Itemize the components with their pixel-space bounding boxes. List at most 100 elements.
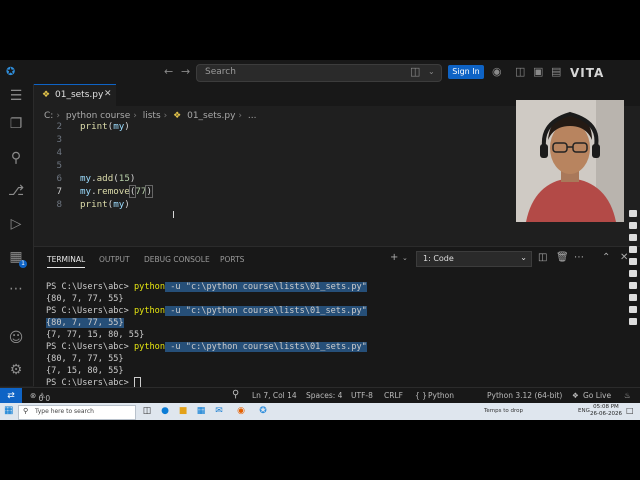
python-file-icon: ❖ <box>42 90 51 100</box>
flag: -u <box>170 342 181 352</box>
presenter-video <box>516 100 624 222</box>
tab-label: 01_sets.py <box>55 90 104 100</box>
script-path: "c:\python course\lists\01_sets.py" <box>185 342 367 352</box>
end-of-line[interactable]: CRLF <box>384 391 403 400</box>
code-line: my.add(15) <box>80 173 136 184</box>
line-number: 8 <box>56 199 62 210</box>
search-placeholder: Search <box>205 67 236 77</box>
menu-icon[interactable]: ☰ <box>8 88 24 104</box>
chevron-down-icon[interactable]: ⌄ <box>428 67 435 76</box>
taskbar-search-placeholder: Type here to search <box>35 408 94 415</box>
extensions-badge: 1 <box>19 260 27 268</box>
sign-in-button[interactable]: Sign In <box>448 65 484 79</box>
language-indicator[interactable]: ENG <box>578 408 590 414</box>
line-number: 5 <box>56 160 62 171</box>
edge-icon[interactable]: ● <box>160 406 170 416</box>
toolbar-icon[interactable] <box>629 222 637 229</box>
code-line: my.remove(77) <box>80 185 153 198</box>
vita-watermark: VITA <box>570 66 605 80</box>
file-explorer-icon[interactable]: ■ <box>178 406 188 416</box>
vscode-window: ✪ ← → Search ◫ ⌄ Sign In ◉ ◫ ▣ ▤ VITA ☰ … <box>0 60 640 420</box>
vscode-logo-icon: ✪ <box>6 65 16 78</box>
run-debug-icon[interactable]: ▷ <box>8 216 24 232</box>
remote-icon[interactable]: ⇄ <box>0 388 22 404</box>
panel-toggle-icon[interactable]: ▣ <box>533 65 543 78</box>
maximize-panel-icon[interactable]: ⌃ <box>602 252 610 263</box>
terminal-output[interactable]: PS C:\Users\abc> python -u "c:\python co… <box>46 281 367 389</box>
weather-text[interactable]: Temps to drop <box>484 408 523 414</box>
search-box[interactable]: Search <box>196 64 442 82</box>
more-icon[interactable]: ⋯ <box>574 252 584 263</box>
terminal-line: {80, 7, 77, 55} <box>46 354 124 364</box>
taskbar-search[interactable]: ⚲ Type here to search <box>18 405 136 420</box>
line-number: 7 <box>56 186 62 197</box>
zoom-icon[interactable]: ⚲ <box>232 389 239 400</box>
toolbar-icon[interactable] <box>629 306 637 313</box>
clock-date: 26-06-2026 <box>590 411 622 417</box>
bell-icon[interactable]: ♨ <box>624 391 631 400</box>
command: python <box>133 306 166 316</box>
script-path: "c:\python course\lists\01_sets.py" <box>185 306 367 316</box>
settings-gear-icon[interactable]: ⚙ <box>8 362 24 378</box>
forward-arrow-icon[interactable]: → <box>181 65 190 78</box>
line-number: 4 <box>56 147 62 158</box>
search-icon[interactable]: ⚲ <box>8 150 24 166</box>
accounts-icon[interactable]: ◉ <box>492 65 502 78</box>
toolbar-icon[interactable] <box>629 210 637 217</box>
line-number: 3 <box>56 134 62 145</box>
tab-terminal[interactable]: TERMINAL <box>47 255 86 268</box>
language-mode[interactable]: Python <box>428 391 454 400</box>
toolbar-icon[interactable] <box>629 258 637 265</box>
new-terminal-icon[interactable]: + <box>390 252 398 263</box>
explorer-icon[interactable]: ❐ <box>8 116 24 132</box>
sidebar-toggle-icon[interactable]: ▤ <box>551 65 561 78</box>
vscode-taskbar-icon[interactable]: ✪ <box>258 406 268 416</box>
encoding[interactable]: UTF-8 <box>351 391 373 400</box>
line-number: 2 <box>56 121 62 132</box>
command: python <box>133 342 166 352</box>
python-interpreter[interactable]: Python 3.12 (64-bit) <box>487 391 562 400</box>
split-terminal-icon[interactable]: ◫ <box>538 252 547 263</box>
close-icon[interactable]: ✕ <box>104 89 112 99</box>
broadcast-icon: ❖ <box>572 391 579 400</box>
store-icon[interactable]: ▦ <box>196 406 206 416</box>
windows-start-icon[interactable]: ▦ <box>4 406 14 416</box>
prompt: PS C:\Users\abc> <box>46 342 129 352</box>
terminal-line: {7, 15, 80, 55} <box>46 366 124 376</box>
clock[interactable]: 05:08 PM 26-06-2026 <box>590 404 622 418</box>
tab-ports[interactable]: PORTS <box>220 255 244 264</box>
source-control-icon[interactable]: ⎇ <box>8 183 24 199</box>
tab-debug-console[interactable]: DEBUG CONSOLE <box>144 255 210 264</box>
toolbar-icon[interactable] <box>629 294 637 301</box>
code-line: print(my) <box>80 121 130 132</box>
indentation[interactable]: Spaces: 4 <box>306 391 342 400</box>
tab-output[interactable]: OUTPUT <box>99 255 130 264</box>
toolbar-icon[interactable] <box>629 246 637 253</box>
terminal-select-value: 1: Code <box>423 254 454 263</box>
cursor-position[interactable]: Ln 7, Col 14 <box>252 391 297 400</box>
webcam-overlay <box>516 100 624 222</box>
copilot-icon[interactable]: ◫ <box>410 65 420 78</box>
toolbar-icon[interactable] <box>629 234 637 241</box>
terminal-line: {80, 7, 77, 55} <box>46 294 124 304</box>
chevron-down-icon[interactable]: ⌄ <box>402 254 408 262</box>
notification-icon[interactable]: □ <box>626 406 634 415</box>
layout-icon[interactable]: ◫ <box>515 65 525 78</box>
go-live-button[interactable]: Go Live <box>583 391 611 400</box>
account-icon[interactable]: ☺ <box>8 330 24 346</box>
task-view-icon[interactable]: ◫ <box>142 406 152 416</box>
braces-icon: { } <box>415 391 427 400</box>
back-arrow-icon[interactable]: ← <box>164 65 173 78</box>
problems-indicator[interactable]: ⊗ 0 ⚠ 0 <box>30 391 50 403</box>
toolbar-icon[interactable] <box>629 318 637 325</box>
firefox-icon[interactable]: ◉ <box>236 406 246 416</box>
code-editor[interactable]: 2 print(my) 3 4 5 6 my.add(15) 7 my.remo… <box>34 118 514 248</box>
search-icon: ⚲ <box>23 407 29 415</box>
toolbar-icon[interactable] <box>629 270 637 277</box>
toolbar-icon[interactable] <box>629 282 637 289</box>
terminal-select[interactable]: 1: Code ⌄ <box>416 251 532 267</box>
mail-icon[interactable]: ✉ <box>214 406 224 416</box>
trash-icon[interactable]: 🗑 <box>556 252 569 263</box>
tab-01-sets[interactable]: ❖ 01_sets.py ✕ <box>34 84 116 107</box>
more-icon[interactable]: ⋯ <box>8 281 24 297</box>
